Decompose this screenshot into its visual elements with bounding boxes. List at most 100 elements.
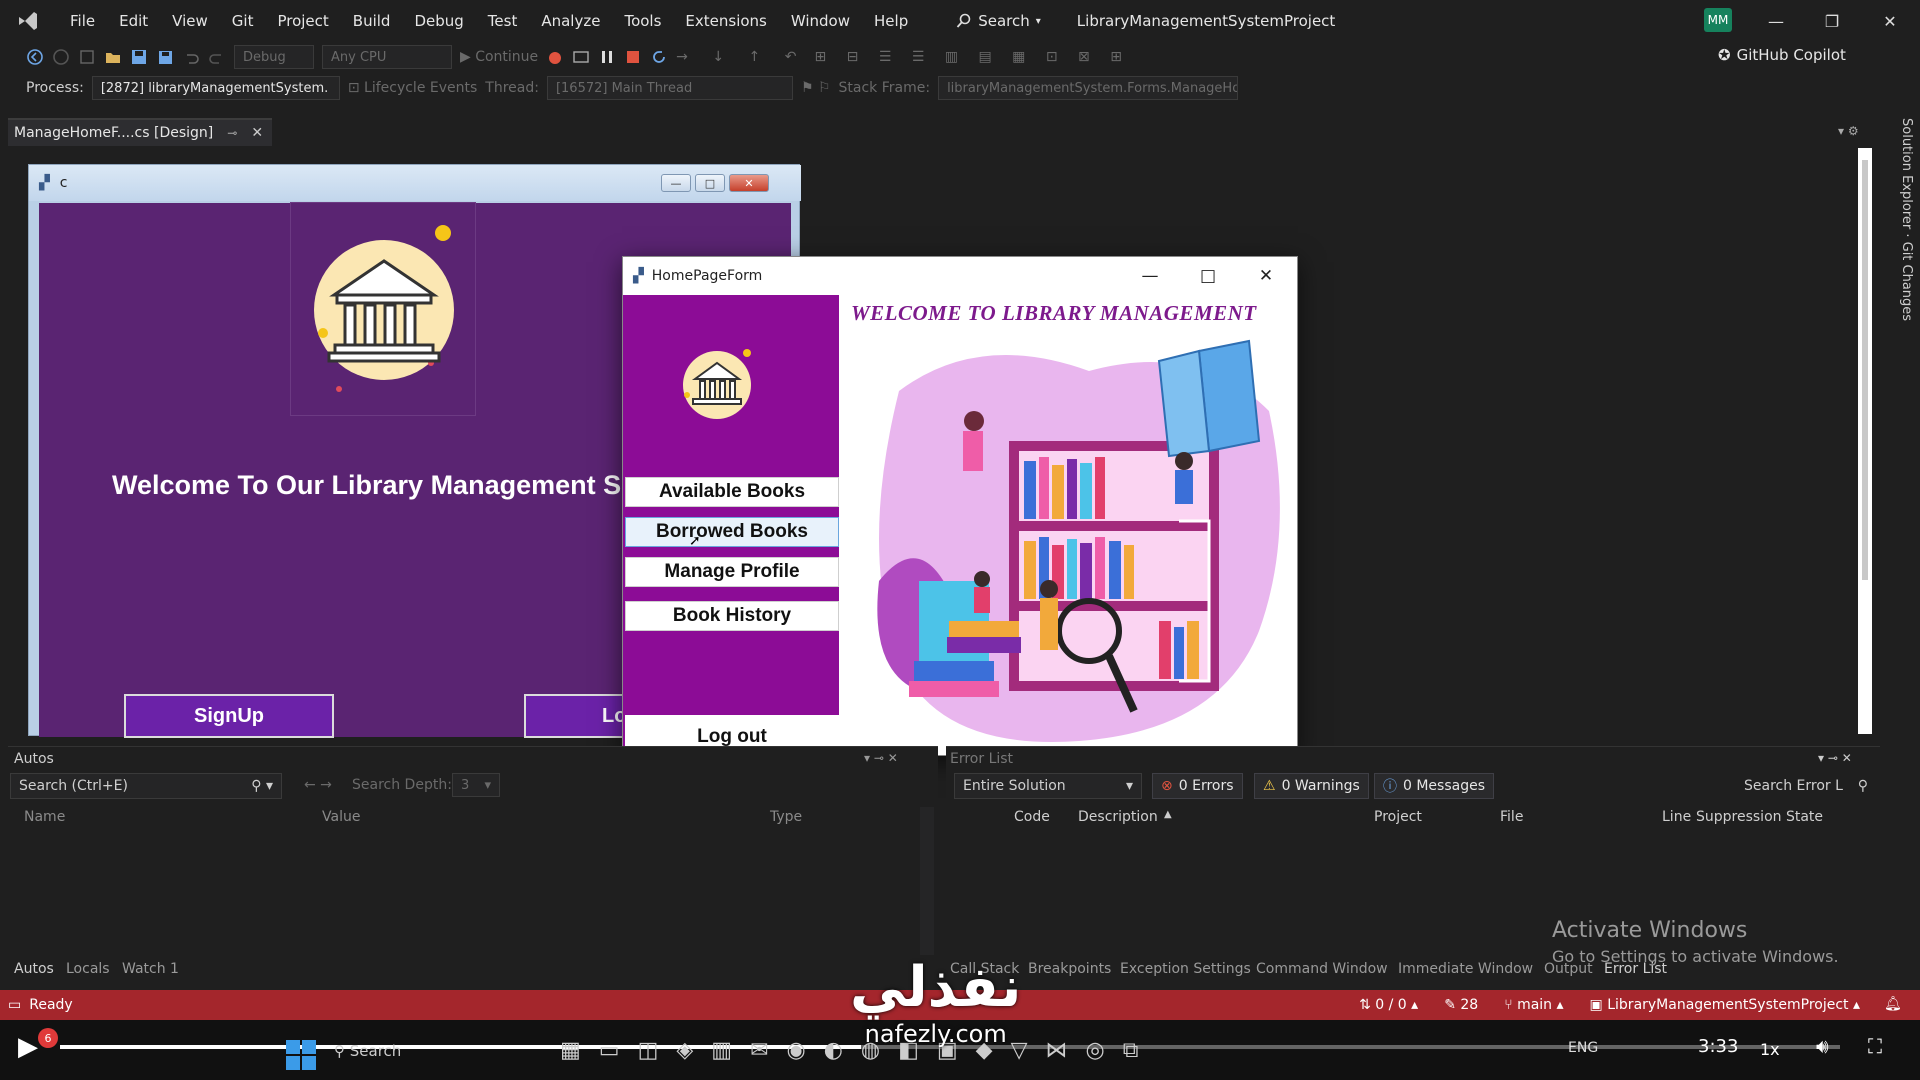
panel-options-icons[interactable]: ▾ ⊸ ✕ [864,751,898,765]
menu-analyze[interactable]: Analyze [529,12,612,30]
process-select[interactable]: [2872] libraryManagementSystem. [91,76,340,100]
tab-close-icon[interactable]: ✕ [251,125,263,141]
error-search-input[interactable]: Search Error L ⚲ [1736,773,1876,799]
configuration-select[interactable]: Debug [234,45,314,69]
pending-edits[interactable]: ✎ 28 [1444,997,1478,1013]
autos-scrollbar[interactable] [920,807,934,955]
designer-close-button[interactable]: ✕ [729,174,769,192]
designer-logo-picture[interactable] [290,202,476,416]
search-depth-select[interactable]: 3 ▾ [452,773,500,797]
repository-selector[interactable]: ▣ LibraryManagementSystemProject ▴ [1590,997,1860,1013]
volume-icon[interactable]: 🔊︎ [1816,1034,1829,1058]
autos-panel: Autos ▾ ⊸ ✕ Search (Ctrl+E) ⚲ ▾ ← → Sear… [8,746,938,986]
play-button[interactable]: ▶ [18,1032,38,1062]
column-line[interactable]: Line [1662,809,1691,825]
column-code[interactable]: Code [1014,809,1050,825]
column-suppression-state[interactable]: Suppression State [1696,809,1823,825]
branch-selector[interactable]: ⑂ main ▴ [1504,997,1563,1013]
close-icon: ✕ [1258,266,1274,286]
designer-maximize-button[interactable]: □ [695,174,725,192]
taskbar-search[interactable]: ⚲ Search [334,1042,401,1060]
welcome-banner: WELCOME TO LIBRARY MANAGEMENT [851,301,1257,325]
tab-locals[interactable]: Locals [66,961,110,977]
new-item-icon[interactable] [78,48,96,66]
restore-button[interactable]: ❐ [1812,8,1852,34]
nav-borrowed-books-button[interactable]: Borrowed Books [625,517,839,547]
nav-manage-profile-button[interactable]: Manage Profile [625,557,839,587]
continue-button[interactable]: ▶ Continue [460,49,538,65]
warnings-filter[interactable]: ⚠ 0 Warnings [1254,773,1369,799]
autos-search-input[interactable]: Search (Ctrl+E) ⚲ ▾ [10,773,282,799]
save-all-icon[interactable] [156,48,174,66]
panel-options-icons[interactable]: ▾ ⊸ ✕ [1818,751,1852,765]
sync-indicator[interactable]: ⇅ 0 / 0 ▴ [1359,997,1418,1013]
login-button[interactable]: Lo [524,694,624,738]
tab-autos[interactable]: Autos [14,961,54,977]
lifecycle-events-button[interactable]: ⊡ Lifecycle Events [348,80,477,96]
notifications-icon[interactable]: 🔔︎ [1884,996,1902,1012]
menu-help[interactable]: Help [862,12,920,30]
stop-icon[interactable] [624,48,642,66]
menu-debug[interactable]: Debug [402,12,475,30]
menu-git[interactable]: Git [220,12,266,30]
back-icon[interactable] [26,48,44,66]
tab-command-window[interactable]: Command Window [1256,961,1388,977]
language-indicator[interactable]: ENG [1568,1040,1598,1056]
homepage-maximize-button[interactable]: □ [1181,261,1235,291]
close-button[interactable]: ✕ [1870,8,1910,34]
fullscreen-icon[interactable]: ⛶ [1868,1034,1882,1058]
column-description[interactable]: Description [1078,809,1158,825]
menu-window[interactable]: Window [779,12,862,30]
homepage-close-button[interactable]: ✕ [1239,261,1293,291]
error-icon: ⊗ [1161,778,1173,794]
menu-tools[interactable]: Tools [612,12,673,30]
menu-build[interactable]: Build [341,12,403,30]
tab-options-icons[interactable]: ▾ ⚙ [1838,124,1859,138]
document-tab[interactable]: ManageHomeF....cs [Design] ⊸ ✕ [8,118,272,146]
menu-edit[interactable]: Edit [107,12,160,30]
nav-available-books-button[interactable]: Available Books [625,477,839,507]
github-copilot-button[interactable]: ✪ GitHub Copilot [1718,46,1846,64]
playback-speed-button[interactable]: 1x [1760,1040,1780,1059]
menu-test[interactable]: Test [476,12,530,30]
menu-extensions[interactable]: Extensions [673,12,778,30]
messages-filter[interactable]: ⓘ 0 Messages [1374,773,1495,799]
errors-filter[interactable]: ⊗ 0 Errors [1152,773,1243,799]
autos-title: Autos [14,751,54,767]
designer-scroll-thumb[interactable] [1862,160,1868,580]
sync-value: 0 / 0 [1375,997,1407,1013]
menu-file[interactable]: File [58,12,107,30]
tab-breakpoints[interactable]: Breakpoints [1028,961,1111,977]
menu-view[interactable]: View [160,12,220,30]
tab-exception-settings[interactable]: Exception Settings [1120,961,1251,977]
stack-frame-select[interactable]: libraryManagementSystem.Forms.ManageHom [938,76,1239,100]
pause-icon[interactable] [598,48,616,66]
nav-book-history-button[interactable]: Book History [625,601,839,631]
windows-start-icon[interactable] [286,1040,316,1070]
restart-icon[interactable] [650,48,668,66]
forward-icon[interactable] [52,48,70,66]
thread-select[interactable]: [16572] Main Thread [546,76,793,100]
search-button[interactable]: Search ▾ [946,12,1051,30]
scope-select[interactable]: Entire Solution ▾ [954,773,1142,799]
user-avatar[interactable]: MM [1704,8,1732,32]
tab-immediate-window[interactable]: Immediate Window [1398,961,1533,977]
hot-reload-icon[interactable] [546,48,564,66]
browser-icon[interactable] [572,48,590,66]
column-file[interactable]: File [1500,809,1523,825]
menu-project[interactable]: Project [265,12,340,30]
signup-button[interactable]: SignUp [124,694,334,738]
undo-icon[interactable] [182,48,200,66]
homepage-minimize-button[interactable]: — [1123,261,1177,291]
save-icon[interactable] [130,48,148,66]
minimize-button[interactable]: — [1756,8,1796,34]
back-forward-icons[interactable]: ← → [304,777,332,793]
tab-watch-1[interactable]: Watch 1 [122,961,179,977]
open-folder-icon[interactable] [104,48,122,66]
column-project[interactable]: Project [1374,809,1422,825]
platform-select[interactable]: Any CPU [322,45,452,69]
designer-minimize-button[interactable]: — [661,174,691,192]
side-panel-tabs[interactable]: Solution Explorer · Git Changes [1884,118,1914,338]
pin-icon[interactable]: ⊸ [227,126,237,140]
redo-icon[interactable] [208,48,226,66]
